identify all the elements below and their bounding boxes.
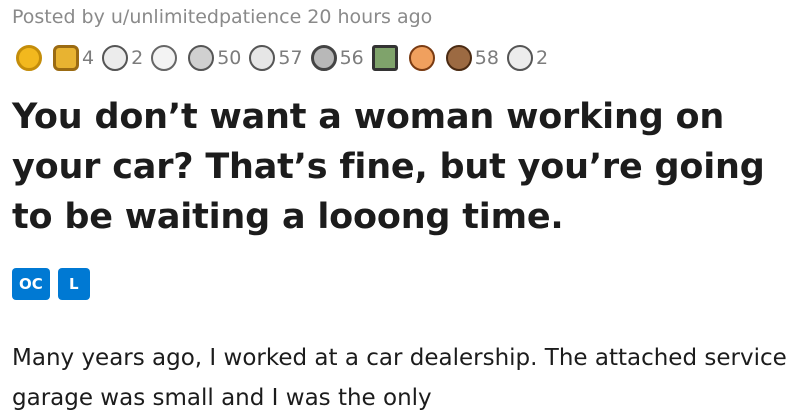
award[interactable]: 57 [249, 45, 303, 71]
gold-award-icon[interactable] [16, 45, 42, 71]
award-count: 4 [82, 47, 95, 69]
post-title[interactable]: You don’t want a woman working on your c… [12, 92, 792, 242]
award[interactable] [408, 45, 438, 71]
award[interactable] [151, 45, 180, 71]
award-count: 2 [131, 47, 144, 69]
snoo-pirate-award-icon[interactable] [408, 45, 435, 71]
picture-award-icon[interactable] [371, 45, 398, 71]
laugh-award-icon[interactable] [249, 45, 276, 71]
awards-row[interactable]: 4 2 50 57 56 58 2 [16, 42, 556, 74]
snoo-award-icon[interactable] [506, 45, 533, 71]
bear-award-icon[interactable] [445, 45, 472, 71]
award-count: 2 [535, 47, 549, 69]
award[interactable] [371, 45, 401, 71]
hexagon-award-icon[interactable] [53, 45, 79, 71]
award[interactable]: 2 [102, 45, 143, 71]
post-meta: Posted by u/unlimitedpatience 20 hours a… [12, 6, 433, 28]
flair-oc[interactable]: OC [12, 268, 50, 300]
hand-award-icon[interactable] [188, 45, 215, 71]
award[interactable] [16, 45, 45, 71]
award-count: 56 [339, 47, 364, 69]
flair-row: OC L [12, 268, 98, 300]
snoo-award-icon[interactable] [102, 45, 129, 71]
award[interactable]: 50 [188, 45, 241, 71]
flair-l[interactable]: L [57, 268, 90, 300]
award[interactable]: 56 [310, 45, 364, 71]
award-count: 57 [278, 47, 303, 69]
award-count: 50 [217, 47, 242, 69]
award[interactable]: 4 [53, 45, 94, 71]
award-count: 58 [474, 47, 499, 69]
face-award-icon[interactable] [151, 45, 178, 71]
silver-award-icon[interactable] [310, 45, 337, 71]
award[interactable]: 2 [506, 45, 549, 71]
award[interactable]: 58 [445, 45, 499, 71]
post-body: Many years ago, I worked at a car dealer… [12, 345, 787, 411]
